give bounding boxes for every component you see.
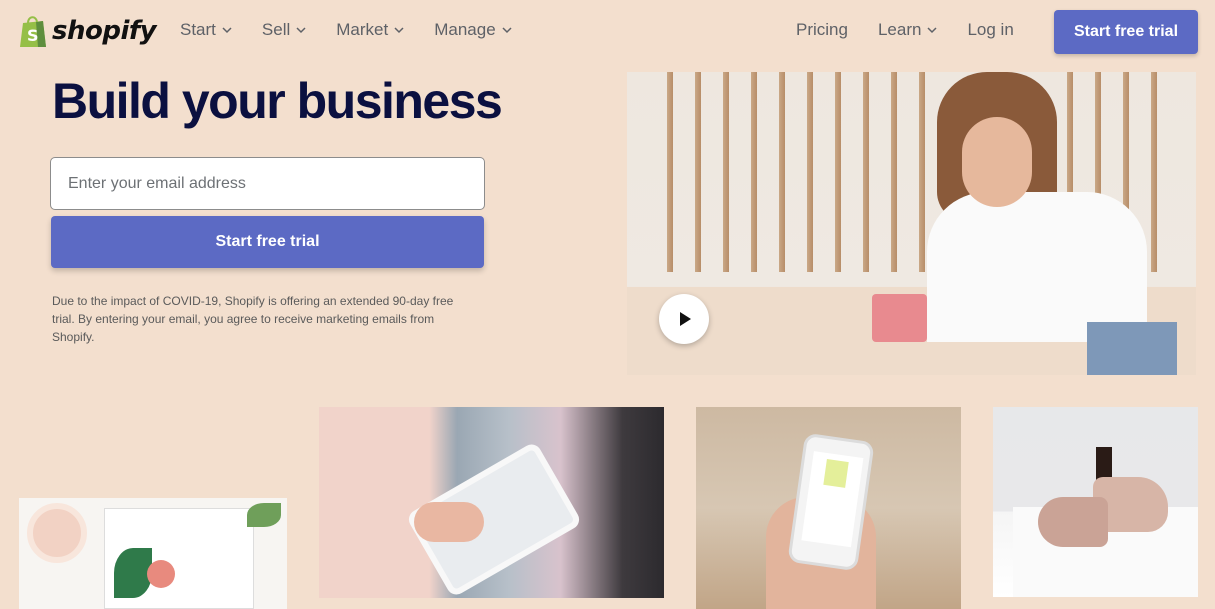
shoes-photo bbox=[993, 407, 1198, 597]
nav-item-label: Start bbox=[180, 20, 216, 39]
nav-item-label: Sell bbox=[261, 20, 291, 39]
chevron-down-icon bbox=[222, 27, 232, 34]
hero-start-free-trial-button[interactable]: Start free trial bbox=[51, 216, 484, 268]
clothing-rack-photo bbox=[319, 407, 664, 598]
nav-item-label: Market bbox=[336, 20, 389, 39]
nav-start-free-trial-button[interactable]: Start free trial bbox=[1054, 10, 1198, 54]
email-input[interactable] bbox=[50, 157, 485, 210]
nav-item-learn[interactable]: Learn bbox=[878, 20, 937, 40]
phone-store-photo bbox=[696, 407, 961, 609]
top-navigation: S shopify Start Sell Market Manage Prici… bbox=[0, 0, 1215, 64]
play-video-button[interactable] bbox=[659, 294, 709, 344]
chevron-down-icon bbox=[394, 27, 404, 34]
secondary-menu: Pricing Learn Log in bbox=[796, 20, 1014, 40]
play-icon bbox=[680, 312, 691, 326]
nav-item-market[interactable]: Market bbox=[336, 20, 404, 40]
nav-item-pricing[interactable]: Pricing bbox=[796, 20, 848, 40]
chevron-down-icon bbox=[927, 27, 937, 34]
notebook-photo bbox=[19, 498, 287, 609]
nav-item-start[interactable]: Start bbox=[180, 20, 232, 40]
nav-item-label: Manage bbox=[434, 20, 496, 39]
nav-item-manage[interactable]: Manage bbox=[434, 20, 512, 40]
nav-item-label: Learn bbox=[877, 20, 922, 39]
hero-title: Build your business bbox=[52, 73, 503, 129]
chevron-down-icon bbox=[296, 27, 306, 34]
shopify-logo[interactable]: S shopify bbox=[18, 14, 157, 48]
hero-video-thumbnail[interactable] bbox=[627, 72, 1196, 375]
disclaimer-text: Due to the impact of COVID-19, Shopify i… bbox=[52, 294, 454, 344]
nav-item-sell[interactable]: Sell bbox=[262, 20, 306, 40]
nav-item-log-in[interactable]: Log in bbox=[967, 20, 1013, 40]
svg-text:S: S bbox=[27, 26, 39, 45]
brand-name: shopify bbox=[52, 16, 157, 46]
nav-item-label: Log in bbox=[967, 20, 1014, 39]
primary-menu: Start Sell Market Manage bbox=[180, 20, 512, 40]
shopify-bag-icon: S bbox=[20, 16, 46, 47]
nav-item-label: Pricing bbox=[796, 20, 848, 39]
chevron-down-icon bbox=[502, 27, 512, 34]
